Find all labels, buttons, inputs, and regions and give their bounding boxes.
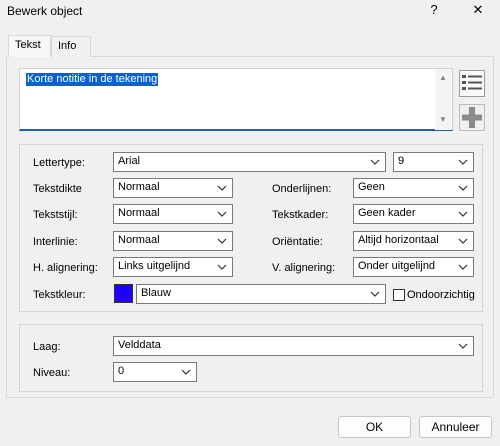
font-size-value: 9 [398, 155, 405, 167]
font-select[interactable]: Arial [113, 152, 386, 172]
level-select[interactable]: 0 [113, 362, 197, 382]
dialog-title: Bewerk object [7, 4, 83, 18]
style-label: Tekststijl: [33, 209, 78, 221]
chevron-down-icon [458, 343, 468, 349]
font-value: Arial [118, 155, 141, 167]
chevron-down-icon [458, 185, 468, 191]
layer-label: Laag: [33, 341, 61, 353]
layer-value: Velddata [118, 339, 161, 351]
opaque-checkbox[interactable] [393, 289, 405, 301]
color-label: Tekstkleur: [33, 289, 86, 301]
layer-select[interactable]: Velddata [113, 336, 474, 356]
frame-select[interactable]: Geen kader [353, 204, 474, 224]
font-label: Lettertype: [33, 157, 85, 169]
font-size-select[interactable]: 9 [393, 152, 474, 172]
scroll-up-icon[interactable]: ▲ [439, 73, 447, 82]
color-select[interactable]: Blauw [136, 284, 386, 304]
scroll-down-icon[interactable]: ▼ [439, 115, 447, 124]
underline-label: Onderlijnen: [272, 183, 332, 195]
valign-value: Onder uitgelijnd [358, 260, 436, 272]
underline-select[interactable]: Geen [353, 178, 474, 198]
level-value: 0 [118, 365, 125, 377]
close-button[interactable]: ✕ [467, 2, 489, 20]
list-options-button[interactable] [459, 70, 485, 97]
halign-label: H. alignering: [33, 262, 98, 274]
weight-label: Tekstdikte [33, 183, 82, 195]
chevron-down-icon [458, 211, 468, 217]
cancel-button[interactable]: Annuleer [419, 416, 492, 438]
chevron-down-icon [458, 238, 468, 244]
list-icon [459, 70, 485, 97]
chevron-down-icon [217, 238, 227, 244]
level-label: Niveau: [33, 367, 71, 379]
style-select[interactable]: Normaal [113, 204, 233, 224]
chevron-down-icon [217, 264, 227, 270]
spacing-label: Interlinie: [33, 236, 78, 248]
orientation-label: Oriëntatie: [272, 236, 323, 248]
chevron-down-icon [370, 159, 380, 165]
selected-text: Korte notitie in de tekening [26, 73, 159, 86]
valign-select[interactable]: Onder uitgelijnd [353, 257, 474, 277]
orientation-value: Altijd horizontaal [358, 234, 439, 246]
chevron-down-icon [370, 291, 380, 297]
tab-info[interactable]: Info [51, 36, 91, 57]
frame-value: Geen kader [358, 207, 416, 219]
text-content-field[interactable]: Korte notitie in de tekening ▲ ▼ [19, 68, 453, 131]
chevron-down-icon [458, 264, 468, 270]
tab-tekst[interactable]: Tekst [8, 35, 51, 57]
frame-label: Tekstkader: [272, 209, 329, 221]
color-swatch[interactable] [114, 284, 133, 303]
add-button[interactable] [459, 104, 485, 131]
chevron-down-icon [458, 159, 468, 165]
chevron-down-icon [217, 211, 227, 217]
weight-select[interactable]: Normaal [113, 178, 233, 198]
weight-value: Normaal [118, 181, 160, 193]
orientation-select[interactable]: Altijd horizontaal [353, 231, 474, 251]
color-value: Blauw [141, 287, 171, 299]
style-value: Normaal [118, 207, 160, 219]
halign-value: Links uitgelijnd [118, 260, 191, 272]
chevron-down-icon [181, 369, 191, 375]
halign-select[interactable]: Links uitgelijnd [113, 257, 233, 277]
valign-label: V. alignering: [272, 262, 336, 274]
chevron-down-icon [217, 185, 227, 191]
spacing-select[interactable]: Normaal [113, 231, 233, 251]
spacing-value: Normaal [118, 234, 160, 246]
ok-button[interactable]: OK [338, 416, 411, 438]
underline-value: Geen [358, 181, 385, 193]
layer-settings-group [19, 324, 483, 392]
opaque-label[interactable]: Ondoorzichtig [407, 288, 475, 302]
help-button[interactable]: ? [423, 2, 445, 20]
vertical-scrollbar[interactable]: ▲ ▼ [435, 69, 452, 130]
plus-icon [459, 104, 485, 131]
